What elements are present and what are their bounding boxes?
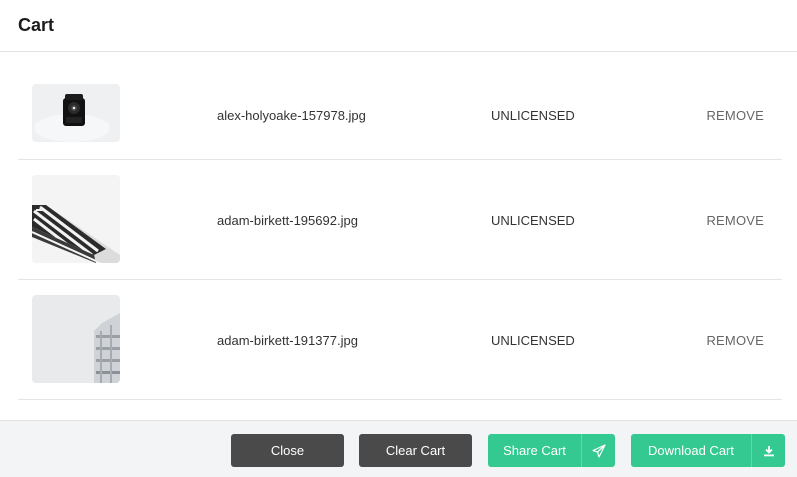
item-license: UNLICENSED — [491, 333, 575, 348]
share-cart-button-label: Share Cart — [503, 443, 566, 458]
paper-plane-icon — [581, 434, 615, 467]
cart-item-row: adam-birkett-195692.jpg UNLICENSED REMOV… — [18, 160, 782, 280]
item-filename: adam-birkett-191377.jpg — [217, 333, 358, 348]
cart-item-row: alex-holyoake-157978.jpg UNLICENSED REMO… — [18, 52, 782, 160]
remove-button[interactable]: REMOVE — [706, 333, 764, 348]
item-filename: alex-holyoake-157978.jpg — [217, 108, 366, 123]
item-filename: adam-birkett-195692.jpg — [217, 213, 358, 228]
download-cart-button[interactable]: Download Cart — [631, 434, 785, 467]
cart-header: Cart — [0, 0, 797, 52]
cart-footer: Close Clear Cart Share Cart Download Car… — [0, 420, 797, 477]
share-cart-button[interactable]: Share Cart — [488, 434, 615, 467]
building-photo-thumbnail — [32, 295, 120, 383]
item-license: UNLICENSED — [491, 108, 575, 123]
clear-cart-button-label: Clear Cart — [385, 443, 446, 458]
item-thumbnail[interactable] — [32, 175, 120, 263]
camera-photo-thumbnail — [32, 84, 120, 142]
item-thumbnail[interactable] — [32, 84, 120, 142]
cart-item-list[interactable]: alex-holyoake-157978.jpg UNLICENSED REMO… — [18, 52, 782, 420]
cart-title: Cart — [18, 15, 55, 35]
remove-button[interactable]: REMOVE — [706, 213, 764, 228]
download-cart-button-label: Download Cart — [648, 443, 734, 458]
clear-cart-button[interactable]: Clear Cart — [359, 434, 472, 467]
awning-photo-thumbnail — [32, 175, 120, 263]
close-button[interactable]: Close — [231, 434, 344, 467]
item-license: UNLICENSED — [491, 213, 575, 228]
close-button-label: Close — [270, 443, 305, 458]
item-thumbnail[interactable] — [32, 295, 120, 383]
download-icon — [751, 434, 785, 467]
remove-button[interactable]: REMOVE — [706, 108, 764, 123]
cart-item-row: adam-birkett-191377.jpg UNLICENSED REMOV… — [18, 280, 782, 400]
